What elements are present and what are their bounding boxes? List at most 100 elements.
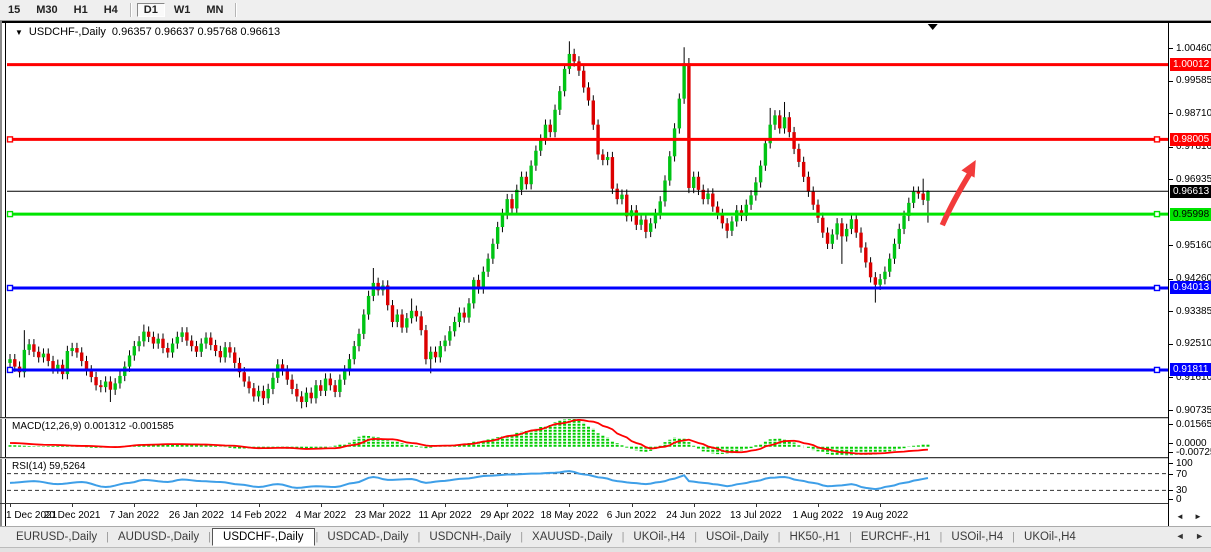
date-tick-label: 1 Aug 2022 xyxy=(793,510,844,521)
macd-scale-label: 0.015654 xyxy=(1176,419,1211,430)
date-tick-label: 13 Jul 2022 xyxy=(730,510,782,521)
rsi-panel-svg[interactable] xyxy=(6,459,1168,503)
price-tick xyxy=(1169,48,1173,49)
tab-ukoil-h4[interactable]: UKOil-,H4 xyxy=(1016,529,1084,545)
date-tick-label: 6 Jun 2022 xyxy=(607,510,657,521)
tab-separator: | xyxy=(418,531,421,543)
price-tick-label: 0.95160 xyxy=(1176,240,1211,251)
timeframe-toolbar: 15M30H1H4 D1W1MN xyxy=(0,0,1211,21)
price-tick xyxy=(1169,147,1173,148)
hline-handle[interactable] xyxy=(8,212,13,217)
price-line-label-0.95998: 0.95998 xyxy=(1170,208,1211,221)
date-tick xyxy=(10,504,11,507)
rsi-scale-label: 100 xyxy=(1176,458,1193,469)
macd-panel-svg[interactable] xyxy=(6,419,1168,457)
price-tick xyxy=(1169,474,1173,475)
price-tick xyxy=(1169,424,1173,425)
price-tick xyxy=(1169,344,1173,345)
price-tick xyxy=(1169,463,1173,464)
chart-tab-bar: EURUSD-,Daily|AUDUSD-,Daily|USDCHF-,Dail… xyxy=(0,526,1211,547)
tab-separator: | xyxy=(316,531,319,543)
hline-handle[interactable] xyxy=(1155,137,1160,142)
price-tick xyxy=(1169,113,1173,114)
scroll-left-icon[interactable]: ◄ xyxy=(1176,512,1184,521)
tab-eurchf-h1[interactable]: EURCHF-,H1 xyxy=(853,529,939,545)
tab-separator: | xyxy=(208,531,211,543)
macd-scale-label: -0.0072595 xyxy=(1176,447,1211,458)
tab-usoil-daily[interactable]: USOil-,Daily xyxy=(698,529,777,545)
tab-audusd-daily[interactable]: AUDUSD-,Daily xyxy=(110,529,207,545)
price-line-label-0.96613: 0.96613 xyxy=(1170,185,1211,198)
candlestick-series xyxy=(8,41,929,408)
price-line-label-1.00012: 1.00012 xyxy=(1170,58,1211,71)
tab-eurusd-daily[interactable]: EURUSD-,Daily xyxy=(8,529,105,545)
date-tick-label: 18 May 2022 xyxy=(540,510,598,521)
tab-usdcad-daily[interactable]: USDCAD-,Daily xyxy=(319,529,416,545)
tab-scroll-arrows[interactable]: ◄ ► xyxy=(1176,531,1208,541)
timeframe-button-h4[interactable]: H4 xyxy=(97,3,125,17)
price-tick xyxy=(1169,377,1173,378)
price-tick xyxy=(1169,452,1173,453)
timeframe-button-d1[interactable]: D1 xyxy=(137,3,165,17)
date-tick xyxy=(134,504,135,507)
price-tick xyxy=(1169,443,1173,444)
hline-handle[interactable] xyxy=(8,285,13,290)
date-tick xyxy=(880,504,881,507)
scroll-right-icon[interactable]: ► xyxy=(1194,512,1202,521)
hline-handle[interactable] xyxy=(1155,367,1160,372)
price-line-label-0.91811: 0.91811 xyxy=(1170,363,1211,376)
timeframe-button-15[interactable]: 15 xyxy=(1,3,27,17)
tab-xauusd-daily[interactable]: XAUUSD-,Daily xyxy=(524,529,621,545)
date-tick xyxy=(321,504,322,507)
timeframe-button-h1[interactable]: H1 xyxy=(67,3,95,17)
horizontal-lines[interactable] xyxy=(7,65,1168,373)
mt4-window: 15M30H1H4D1W1MN ▼ USDCHF-,Daily 0.96357 … xyxy=(0,0,1211,552)
date-tick-label: 23 Mar 2022 xyxy=(355,510,411,521)
price-tick xyxy=(1169,311,1173,312)
price-tick-label: 0.92510 xyxy=(1176,338,1211,349)
macd-histogram xyxy=(10,419,928,456)
hline-handle[interactable] xyxy=(8,137,13,142)
date-tick-label: 19 Aug 2022 xyxy=(852,510,908,521)
hline-handle[interactable] xyxy=(1155,285,1160,290)
tab-separator: | xyxy=(778,531,781,543)
price-tick xyxy=(1169,81,1173,82)
hline-handle[interactable] xyxy=(1155,212,1160,217)
tab-separator: | xyxy=(622,531,625,543)
tab-ukoil-h4[interactable]: UKOil-,H4 xyxy=(625,529,693,545)
timeframe-button-m30[interactable]: M30 xyxy=(29,3,64,17)
price-tick-label: 0.98710 xyxy=(1176,108,1211,119)
price-tick-label: 0.93385 xyxy=(1176,306,1211,317)
price-tick xyxy=(1169,279,1173,280)
date-tick xyxy=(196,504,197,507)
date-tick xyxy=(632,504,633,507)
price-tick-label: 0.96935 xyxy=(1176,174,1211,185)
price-tick xyxy=(1169,245,1173,246)
timeframe-button-w1[interactable]: W1 xyxy=(167,3,198,17)
timeframe-button-mn[interactable]: MN xyxy=(199,3,230,17)
price-tick-label: 1.00460 xyxy=(1176,43,1211,54)
date-tick xyxy=(259,504,260,507)
status-strip xyxy=(0,547,1211,552)
price-line-label-0.98005: 0.98005 xyxy=(1170,133,1211,146)
tab-separator: | xyxy=(106,531,109,543)
price-tick-label: 0.99585 xyxy=(1176,75,1211,86)
price-scale[interactable]: 1.004600.995850.987100.978100.969350.951… xyxy=(1168,23,1211,526)
date-tick-label: 4 Mar 2022 xyxy=(295,510,346,521)
main-chart-svg[interactable] xyxy=(6,23,1168,417)
hline-handle[interactable] xyxy=(8,367,13,372)
chart-shift-marker-icon[interactable] xyxy=(928,24,938,30)
tab-usoil-h4[interactable]: USOil-,H4 xyxy=(943,529,1011,545)
tab-usdchf-daily[interactable]: USDCHF-,Daily xyxy=(212,528,315,546)
tab-usdcnh-daily[interactable]: USDCNH-,Daily xyxy=(421,529,519,545)
price-line-label-0.94013: 0.94013 xyxy=(1170,281,1211,294)
price-tick xyxy=(1169,490,1173,491)
date-tick xyxy=(507,504,508,507)
tab-hk50-h1[interactable]: HK50-,H1 xyxy=(782,529,849,545)
date-tick xyxy=(569,504,570,507)
date-axis[interactable]: 1 Dec 202120 Dec 20217 Jan 202226 Jan 20… xyxy=(6,504,1168,526)
tab-separator: | xyxy=(520,531,523,543)
tab-separator: | xyxy=(940,531,943,543)
macd-signal-line xyxy=(10,420,928,454)
price-tick xyxy=(1169,179,1173,180)
